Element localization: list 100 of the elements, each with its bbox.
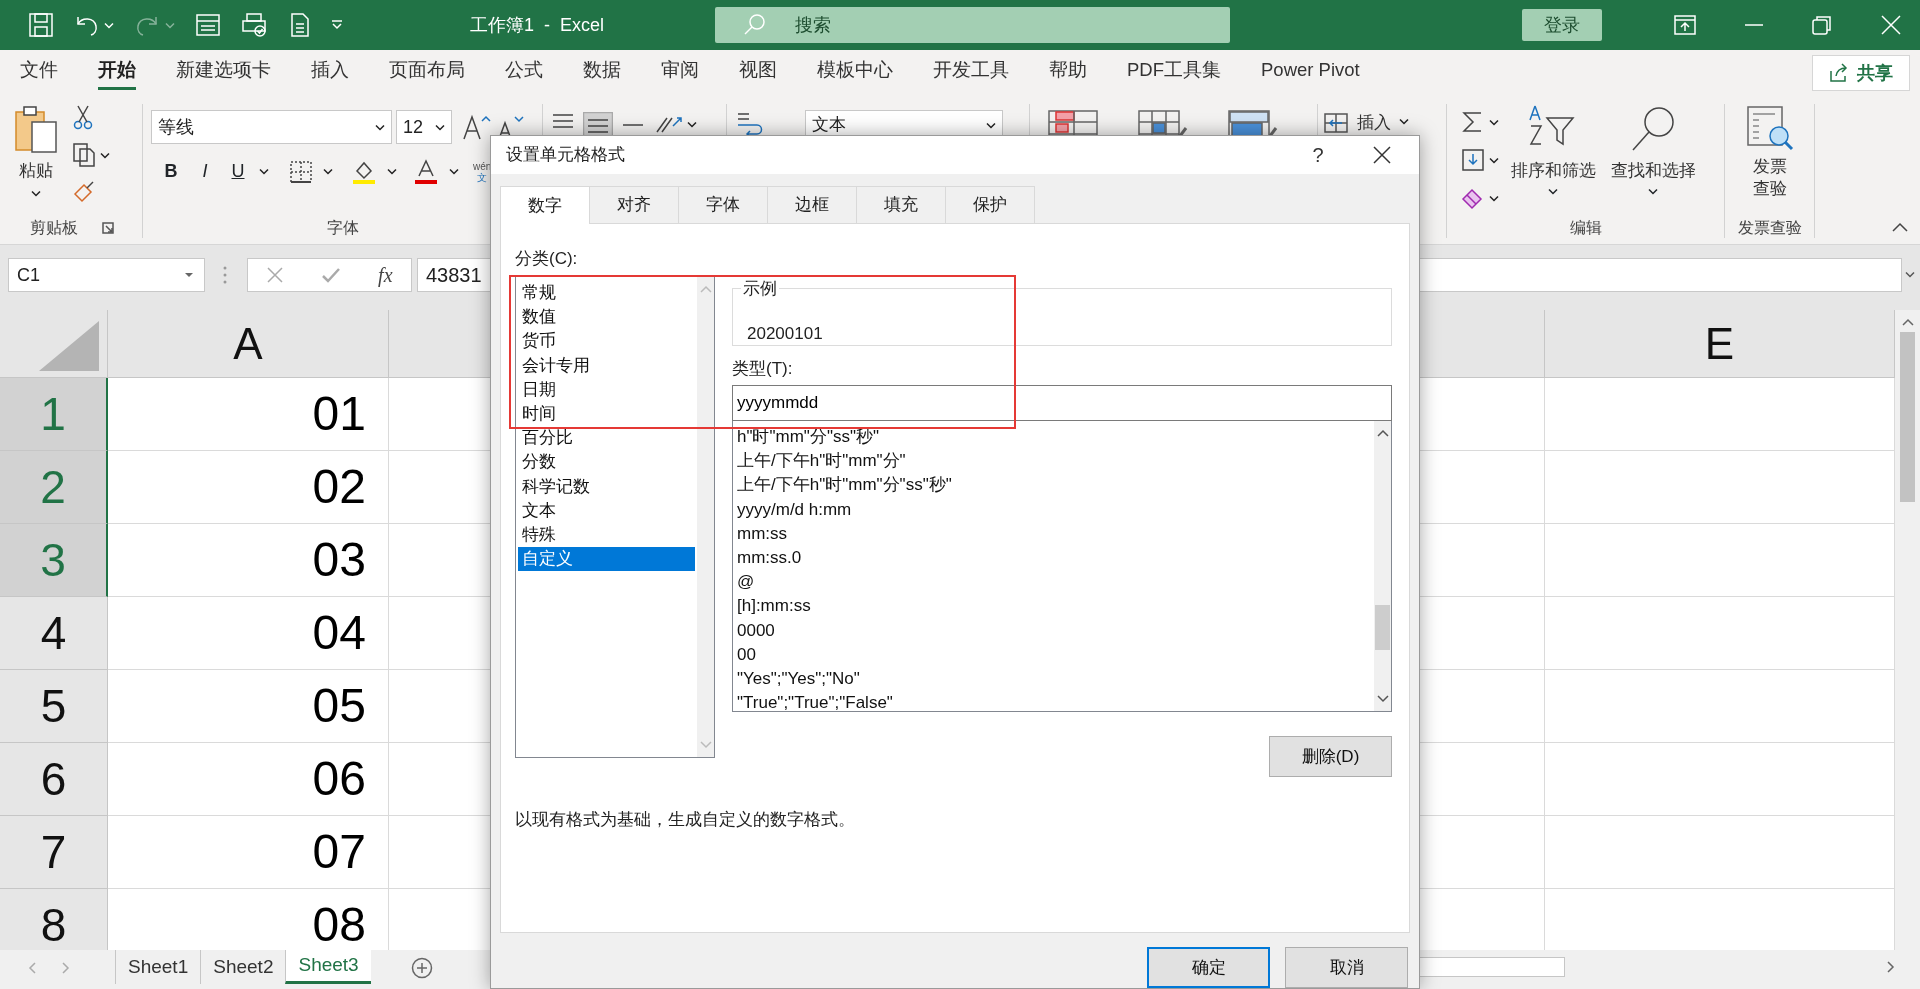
paste-label[interactable]: 粘贴 [19, 158, 53, 184]
font-color-icon[interactable] [413, 158, 439, 185]
close-icon[interactable] [1373, 146, 1391, 164]
category-item[interactable]: 数值 [518, 305, 695, 330]
help-button[interactable]: ? [1303, 140, 1333, 170]
insert-function-button[interactable]: fx [378, 260, 393, 290]
category-item[interactable]: 自定义 [518, 547, 695, 572]
format-item[interactable]: [h]:mm:ss [733, 594, 1374, 619]
row-header[interactable]: 2 [0, 451, 108, 524]
category-item[interactable]: 分数 [518, 450, 695, 475]
ribbon-display-icon[interactable] [1674, 15, 1696, 35]
delete-button[interactable]: 删除(D) [1269, 736, 1392, 777]
caret-icon[interactable] [323, 168, 333, 175]
bold-button[interactable]: B [159, 158, 183, 185]
font-size-dropdown[interactable]: 12 [396, 110, 452, 144]
add-sheet-icon[interactable] [410, 957, 433, 979]
ribbon-tab[interactable]: 模板中心 [817, 55, 893, 91]
ribbon-tab[interactable]: 文件 [20, 55, 58, 91]
ribbon-tab[interactable]: 视图 [739, 55, 777, 91]
category-item[interactable]: 文本 [518, 498, 695, 523]
row-header[interactable]: 4 [0, 597, 108, 670]
dialog-button[interactable]: 确定 [1147, 947, 1270, 988]
copy-icon[interactable] [72, 142, 96, 168]
invoice-check-button[interactable]: 发票查验 [1725, 104, 1814, 216]
ribbon-tab[interactable]: Power Pivot [1261, 55, 1360, 91]
font-name-dropdown[interactable]: 等线 [151, 110, 392, 144]
format-item[interactable]: 0000 [733, 618, 1374, 643]
print-preview-icon[interactable] [240, 12, 269, 38]
italic-button[interactable]: I [193, 158, 217, 185]
caret-icon[interactable] [1489, 156, 1500, 164]
ribbon-tab[interactable]: 公式 [505, 55, 543, 91]
ribbon-tab[interactable]: 帮助 [1049, 55, 1087, 91]
name-box[interactable]: C1 [8, 258, 205, 292]
category-item[interactable]: 日期 [518, 377, 695, 402]
dialog-tab[interactable]: 数字 [500, 186, 590, 224]
ribbon-tab[interactable]: 开发工具 [933, 55, 1009, 91]
eraser-icon[interactable] [1461, 186, 1485, 210]
caret-icon[interactable] [1489, 118, 1500, 126]
caret-icon[interactable] [31, 189, 41, 197]
category-item[interactable]: 常规 [518, 281, 695, 306]
format-item[interactable]: @ [733, 570, 1374, 595]
sort-filter-button[interactable]: 排序和筛选 [1503, 104, 1604, 216]
column-header[interactable]: E [1545, 310, 1895, 378]
format-item[interactable]: h"时"mm"分"ss"秒" [733, 425, 1374, 450]
scrollbar-thumb[interactable] [1900, 332, 1915, 502]
drag-handle-icon[interactable] [223, 265, 227, 285]
format-item[interactable]: mm:ss.0 [733, 545, 1374, 571]
search-input[interactable]: 搜索 [792, 10, 1093, 40]
scissors-icon[interactable] [72, 104, 94, 130]
dialog-launcher-icon[interactable] [102, 222, 114, 234]
sheet-tab[interactable]: Sheet1 [115, 950, 201, 984]
ribbon-tab[interactable]: 数据 [583, 55, 621, 91]
caret-icon[interactable] [387, 168, 397, 175]
category-item[interactable]: 科学记数 [518, 474, 695, 499]
grow-font-icon[interactable] [462, 113, 492, 141]
fill-down-icon[interactable] [1461, 148, 1485, 172]
form-icon[interactable] [194, 13, 221, 37]
underline-button[interactable]: U [227, 158, 249, 185]
ribbon-tab[interactable]: 新建选项卡 [176, 55, 271, 91]
expand-icon[interactable] [1905, 271, 1917, 279]
row-header[interactable]: 6 [0, 743, 108, 816]
ribbon-tab[interactable]: 页面布局 [389, 55, 465, 91]
category-item[interactable]: 货币 [518, 329, 695, 354]
format-item[interactable]: 00 [733, 642, 1374, 667]
format-painter-icon[interactable] [72, 180, 96, 204]
paste-icon[interactable] [13, 104, 59, 154]
caret-icon[interactable] [687, 120, 698, 128]
row-header[interactable]: 3 [0, 524, 108, 597]
caret-icon[interactable] [100, 151, 111, 159]
format-item[interactable]: 上午/下午h"时"mm"分"ss"秒" [733, 473, 1374, 498]
dialog-tab[interactable]: 保护 [945, 186, 1035, 223]
row-header[interactable]: 7 [0, 816, 108, 889]
scrollbar-thumb[interactable] [1375, 605, 1390, 650]
caret-icon[interactable] [1399, 118, 1409, 125]
customize-icon[interactable] [330, 20, 343, 30]
document-icon[interactable] [288, 12, 311, 38]
scroll-up-icon[interactable] [1376, 429, 1389, 437]
restore-icon[interactable] [1812, 15, 1832, 35]
sign-in-button[interactable]: 登录 [1522, 9, 1602, 41]
dialog-button[interactable]: 取消 [1285, 947, 1408, 988]
find-select-button[interactable]: 查找和选择 [1603, 104, 1704, 216]
ribbon-tab[interactable]: 审阅 [661, 55, 699, 91]
ribbon-tab[interactable]: 开始 [98, 55, 136, 91]
category-item[interactable]: 时间 [518, 401, 695, 427]
caret-icon[interactable] [184, 272, 194, 278]
row-header[interactable]: 1 [0, 378, 108, 451]
collapse-ribbon-icon[interactable] [1892, 222, 1908, 232]
format-item[interactable]: yyyy/m/d h:mm [733, 497, 1374, 522]
scroll-up-icon[interactable] [1901, 318, 1914, 326]
insert-button[interactable]: 插入 [1324, 110, 1391, 136]
caret-icon[interactable] [259, 168, 269, 175]
row-header[interactable]: 8 [0, 889, 108, 950]
format-item[interactable]: mm:ss [733, 521, 1374, 546]
sheet-tab[interactable]: Sheet3 [285, 950, 371, 984]
share-button[interactable]: 共享 [1812, 55, 1910, 91]
row-header[interactable]: 5 [0, 670, 108, 743]
ribbon-tab[interactable]: 插入 [311, 55, 349, 91]
category-item[interactable]: 特殊 [518, 522, 695, 548]
ribbon-tab[interactable]: PDF工具集 [1127, 55, 1221, 91]
format-list[interactable]: h"时"mm"分"ss"秒" 上午/下午h"时"mm"分" 上午/下午h"时"mm"分"ss"秒" yyyy/m/d h:mm mm:ss mm:ss.0 @ [h]:mm:ss 0000 00 "Yes";"Yes";"No" "True";"True";"False" [732, 421, 1392, 712]
